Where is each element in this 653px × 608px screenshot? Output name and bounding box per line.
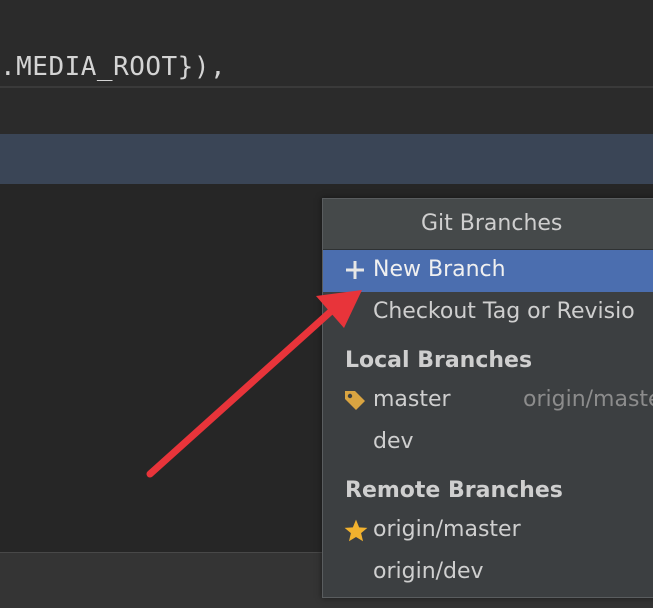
local-branches-header: Local Branches [345, 348, 533, 373]
remote-branch-origin-dev-label: origin/dev [373, 559, 484, 584]
checkout-tag-label: Checkout Tag or Revisio [373, 299, 635, 324]
tracking-branch-label: origin/maste [523, 387, 653, 412]
popup-title: Git Branches [421, 211, 563, 236]
local-branch-master[interactable]: master origin/maste [323, 380, 653, 422]
local-branch-dev[interactable]: dev [323, 422, 653, 464]
tag-icon [343, 388, 367, 412]
plus-icon [343, 258, 367, 282]
local-branch-dev-label: dev [373, 429, 414, 454]
remote-branches-header: Remote Branches [345, 478, 563, 503]
new-branch-action[interactable]: New Branch [323, 250, 653, 292]
star-icon [343, 518, 368, 542]
editor-empty-area [0, 88, 653, 134]
highlighted-row [0, 134, 653, 184]
popup-header: Git Branches [323, 199, 653, 250]
remote-branch-origin-dev[interactable]: origin/dev [323, 552, 653, 594]
ide-window: .MEDIA_ROOT}), Git Branches New Branch C… [0, 0, 653, 608]
local-branch-master-label: master [373, 387, 451, 412]
remote-branch-origin-master-label: origin/master [373, 517, 521, 542]
code-editor[interactable]: .MEDIA_ROOT}), [0, 0, 653, 86]
git-branches-popup: Git Branches New Branch Checkout Tag or … [322, 198, 653, 598]
checkout-tag-or-revision-action[interactable]: Checkout Tag or Revisio [323, 292, 653, 334]
new-branch-label: New Branch [373, 257, 506, 282]
remote-branch-origin-master[interactable]: origin/master [323, 510, 653, 552]
